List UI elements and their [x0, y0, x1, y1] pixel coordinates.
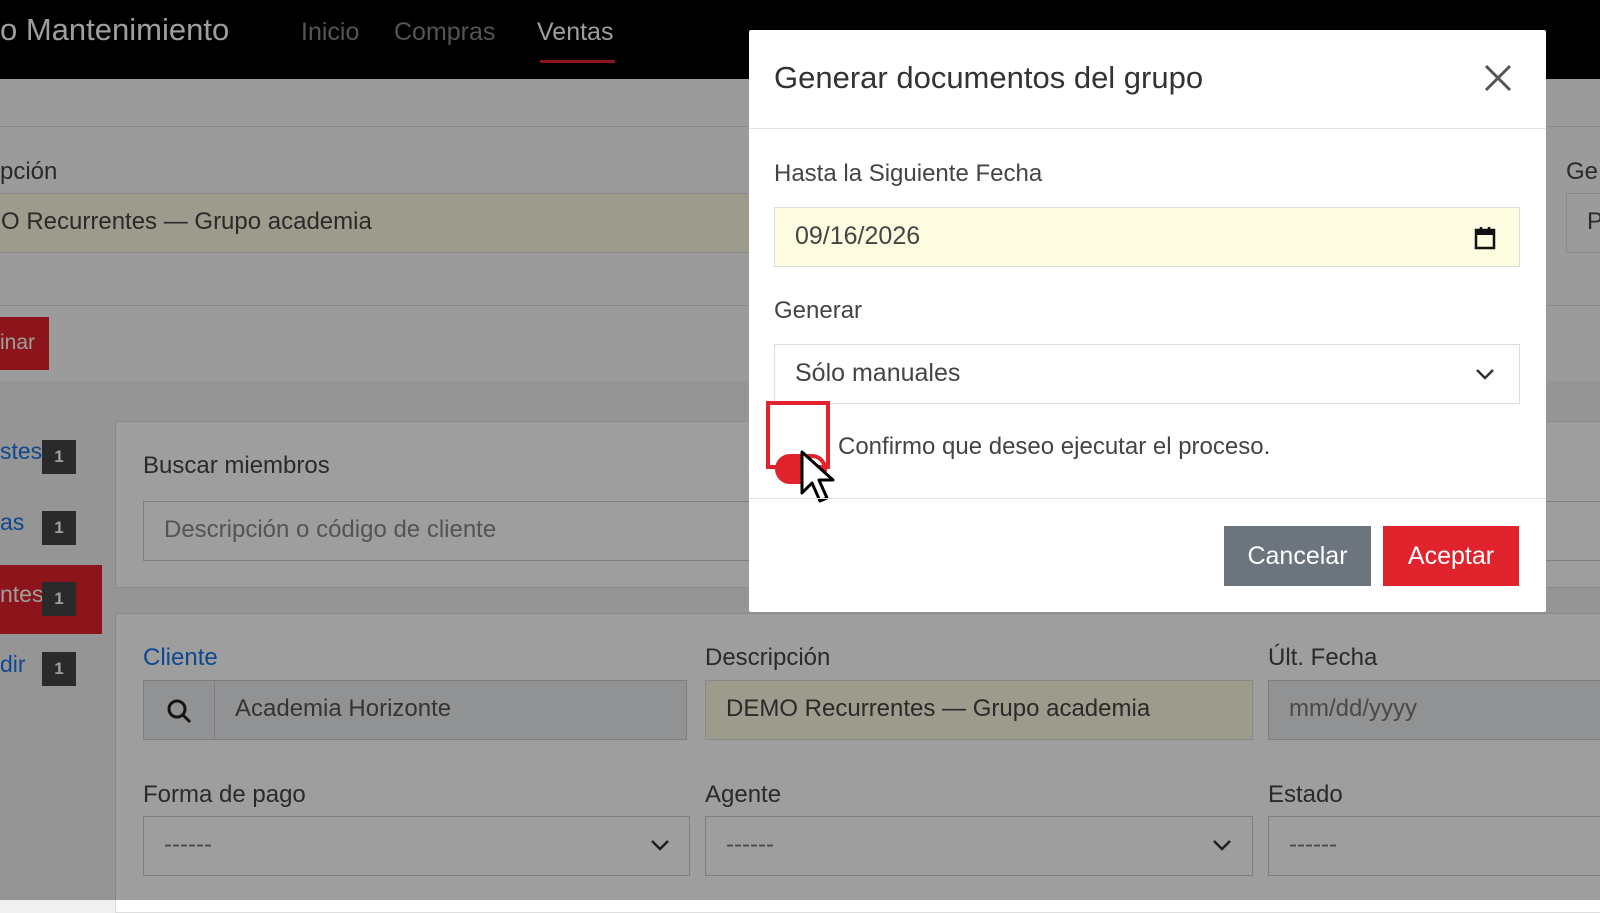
generate-value: Sólo manuales: [795, 359, 961, 387]
calendar-icon[interactable]: [1474, 226, 1496, 250]
date-input[interactable]: 09/16/2026: [774, 207, 1520, 267]
generate-label: Generar: [774, 297, 863, 324]
date-value: 09/16/2026: [795, 222, 921, 250]
chevron-down-icon: [1476, 369, 1494, 380]
modal-header-divider: [749, 128, 1546, 129]
generate-documents-modal: Generar documentos del grupo Hasta la Si…: [749, 30, 1546, 612]
accept-button[interactable]: Aceptar: [1383, 526, 1519, 586]
mouse-cursor-icon: [800, 450, 835, 503]
cancel-button[interactable]: Cancelar: [1224, 526, 1371, 586]
confirm-label[interactable]: Confirmo que deseo ejecutar el proceso.: [838, 433, 1270, 461]
date-label: Hasta la Siguiente Fecha: [774, 160, 1043, 187]
generate-select[interactable]: Sólo manuales: [774, 344, 1520, 404]
modal-footer-divider: [749, 498, 1546, 499]
modal-title: Generar documentos del grupo: [774, 60, 1204, 95]
close-icon[interactable]: [1480, 60, 1516, 96]
